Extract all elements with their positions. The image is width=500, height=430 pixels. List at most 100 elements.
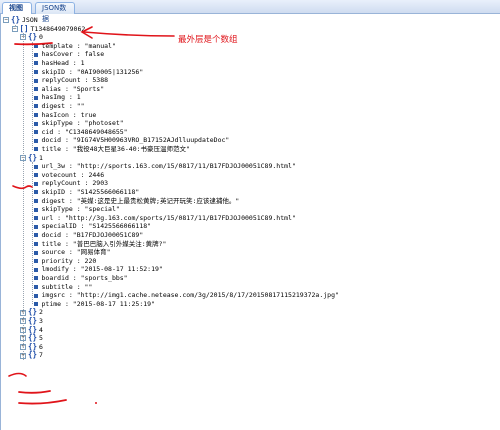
object-icon: {} [28, 32, 38, 42]
property-text: specialID : "S1425566066118" [41, 222, 152, 231]
node-label: 1 [39, 153, 43, 162]
tree-leaf-row[interactable]: skipID : "0AI90005|131256" [0, 68, 500, 77]
property-text: url_3w : "http://sports.163.com/15/0817/… [41, 162, 296, 171]
property-icon [33, 181, 38, 186]
property-icon [33, 224, 38, 229]
property-icon [33, 164, 38, 169]
tree-leaf-row[interactable]: imgsrc : "http://img1.cache.netease.com/… [0, 291, 500, 300]
property-icon [33, 61, 38, 66]
property-text: title : "普巴巴脑入引外媒关注:黄牌?" [41, 239, 167, 248]
tree-leaf-row[interactable]: ptime : "2015-08-17 11:25:19" [0, 300, 500, 309]
object-icon: {} [28, 350, 38, 360]
tree-leaf-row[interactable]: docid : "B17FDJOJ00051C89" [0, 231, 500, 240]
tree-item-node[interactable]: +{} 5 [0, 334, 500, 343]
node-label: 5 [39, 334, 43, 343]
property-text: subtitle : "" [41, 282, 93, 291]
tree-item-node[interactable]: −{} 0 [0, 33, 500, 42]
property-icon [33, 69, 38, 74]
property-text: boardid : "sports_bbs" [41, 274, 128, 282]
tree-leaf-row[interactable]: priority : 220 [0, 257, 500, 266]
property-text: votecount : 2446 [41, 170, 105, 179]
tab-json-data[interactable]: JSON数据 [35, 2, 75, 23]
json-tree-view: −{} JSON −[] T1348649079062−{} 0 template : "… [0, 14, 500, 430]
tree-guide-line [14, 24, 16, 30]
tree-leaf-row[interactable]: replyCount : 2903 [0, 179, 500, 188]
tree-leaf-row[interactable]: boardid : "sports_bbs" [0, 274, 500, 283]
tree-leaf-row[interactable]: skipType : "special" [0, 205, 500, 214]
property-text: skipType : "photoset" [41, 119, 124, 128]
tree-leaf-row[interactable]: hasHead : 1 [0, 59, 500, 68]
property-icon [33, 130, 38, 135]
property-text: source : "网易体育" [41, 248, 111, 257]
tree-leaf-row[interactable]: hasCover : false [0, 50, 500, 59]
tree-leaf-row[interactable]: skipType : "photoset" [0, 119, 500, 128]
annotation-note: 最外层是个数组 [178, 35, 238, 45]
property-icon [33, 121, 38, 126]
property-text: template : "manual" [41, 41, 116, 50]
property-text: url : "http://3g.163.com/sports/15/0817/… [41, 213, 296, 222]
node-label: 7 [39, 351, 43, 360]
node-label: 6 [39, 342, 43, 351]
tree-leaf-row[interactable]: lmodify : "2015-08-17 11:52:19" [0, 265, 500, 274]
property-text: cid : "C1348649048655" [41, 127, 128, 136]
tree-leaf-row[interactable]: title : "普巴巴脑入引外媒关注:黄牌?" [0, 240, 500, 249]
tree-guide-line [31, 41, 33, 150]
property-text: ptime : "2015-08-17 11:25:19" [41, 299, 156, 308]
tree-leaf-row[interactable]: replyCount : 5388 [0, 76, 500, 85]
tree-item-node[interactable]: +{} 6 [0, 342, 500, 352]
tree-leaf-row[interactable]: url_3w : "http://sports.163.com/15/0817/… [0, 162, 500, 171]
property-icon [33, 207, 38, 212]
property-text: replyCount : 2903 [41, 179, 109, 188]
tree-root-node[interactable]: −{} JSON [0, 15, 500, 25]
property-icon [33, 293, 38, 298]
tab-view[interactable]: 视图 [2, 2, 32, 14]
tree-item-node[interactable]: −{} 1 [0, 152, 500, 163]
tree-item-node[interactable]: +{} 7 [0, 351, 500, 360]
property-icon [33, 198, 38, 203]
property-text: digest : "" [41, 102, 85, 110]
tree-leaf-row[interactable]: source : "网易体育" [0, 248, 500, 257]
property-icon [33, 259, 38, 264]
tree-leaf-row[interactable]: hasIcon : true [0, 111, 500, 120]
object-icon: {} [28, 152, 38, 162]
tree-leaf-row[interactable]: digest : "英媒:这是史上最贵松黄牌;英记开玩笑:应该逮捕他。" [0, 197, 500, 206]
property-text: docid : "9IG74V5H00963VRO_B17152AJdlluup… [41, 136, 230, 145]
object-icon: {} [11, 15, 21, 24]
tab-bar: 视图 JSON数据 [0, 0, 500, 23]
tree-item-node[interactable]: +{} 3 [0, 316, 500, 326]
node-label: T1348649079062 [30, 24, 86, 33]
property-icon [33, 52, 38, 57]
property-icon [33, 104, 38, 109]
property-text: hasImg : 1 [41, 93, 81, 102]
tree-leaf-row[interactable]: cid : "C1348649048655" [0, 128, 500, 137]
tree-leaf-row[interactable]: votecount : 2446 [0, 171, 500, 180]
property-text: skipType : "special" [41, 205, 120, 214]
property-text: skipID : "S1425566066118" [41, 188, 140, 196]
property-icon [33, 233, 38, 238]
tree-array-node[interactable]: −[] T1348649079062 [0, 24, 500, 34]
tree-leaf-row[interactable]: subtitle : "" [0, 283, 500, 292]
tree-leaf-row[interactable]: url : "http://3g.163.com/sports/15/0817/… [0, 214, 500, 223]
tree-leaf-row[interactable]: template : "manual" [0, 42, 500, 51]
property-icon [33, 78, 38, 83]
tree-leaf-row[interactable]: specialID : "S1425566066118" [0, 222, 500, 231]
property-text: title : "我役48大巨星36-40:书豪压温师范文" [41, 145, 190, 153]
property-text: docid : "B17FDJOJ00051C89" [41, 231, 144, 239]
property-text: hasCover : false [41, 50, 105, 59]
tree-leaf-row[interactable]: skipID : "S1425566066118" [0, 188, 500, 197]
property-text: digest : "英媒:这是史上最贵松黄牌;英记开玩笑:应该逮捕他。" [41, 196, 240, 205]
tree-item-node[interactable]: +{} 2 [0, 308, 500, 317]
node-label: 2 [39, 308, 43, 317]
property-icon [33, 87, 38, 92]
property-text: hasIcon : true [41, 110, 97, 119]
tree-item-node[interactable]: +{} 4 [0, 325, 500, 335]
tree-leaf-row[interactable]: title : "我役48大巨星36-40:书豪压温师范文" [0, 145, 500, 154]
tree-leaf-row[interactable]: docid : "9IG74V5H00963VRO_B17152AJdlluup… [0, 136, 500, 145]
property-icon [33, 276, 38, 281]
property-text: skipID : "0AI90005|131256" [41, 67, 144, 76]
property-icon [33, 173, 38, 178]
tree-leaf-row[interactable]: hasImg : 1 [0, 93, 500, 102]
tree-leaf-row[interactable]: alias : "Sports" [0, 85, 500, 94]
tree-leaf-row[interactable]: digest : "" [0, 102, 500, 111]
collapse-toggle-icon[interactable]: − [3, 17, 9, 24]
